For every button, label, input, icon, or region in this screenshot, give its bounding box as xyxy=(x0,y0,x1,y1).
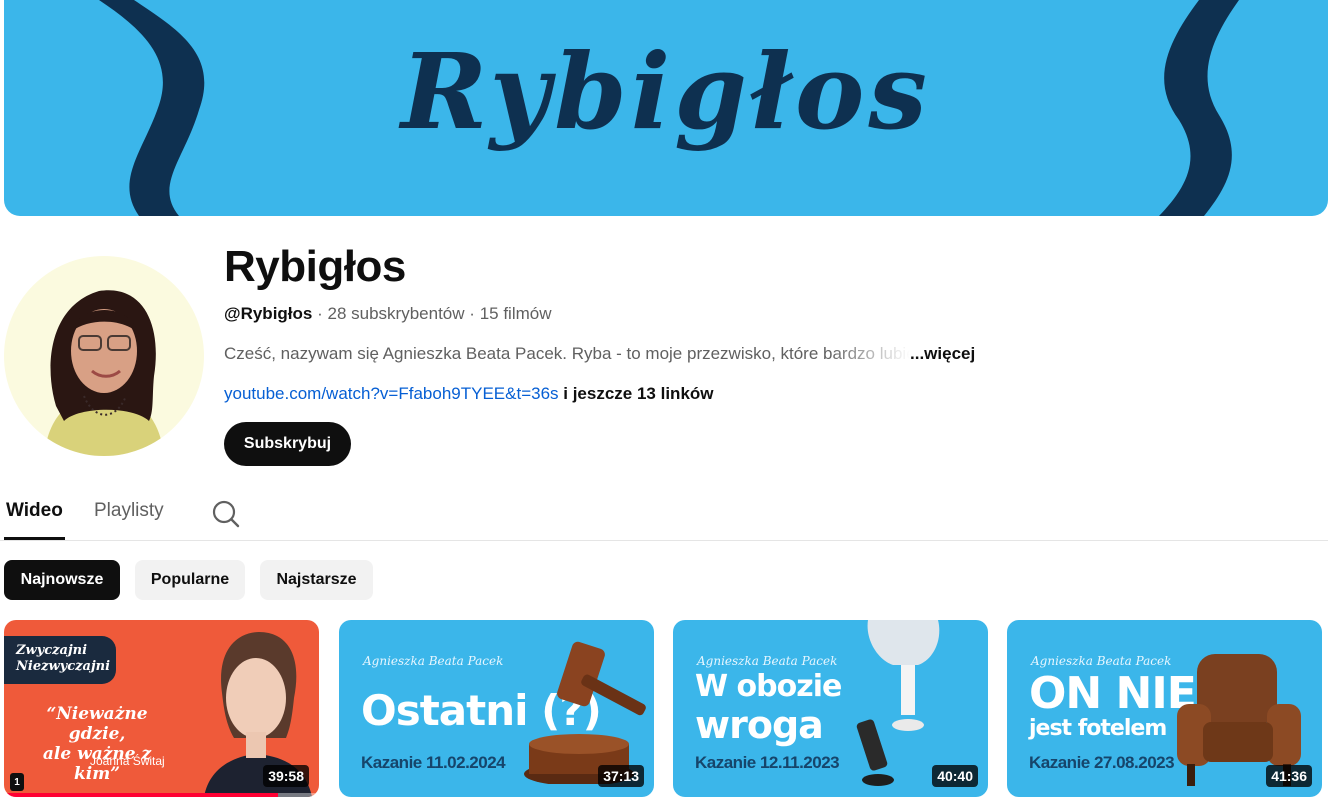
channel-tabs: Wideo Playlisty xyxy=(0,488,1328,541)
watch-progress-bar xyxy=(4,793,279,797)
series-badge: Zwyczajni Niezwyczajni xyxy=(4,636,116,684)
subscribe-button[interactable]: Subskrybuj xyxy=(224,422,351,466)
series-badge-line1: Zwyczajni xyxy=(16,643,88,658)
channel-description[interactable]: Cześć, nazywam się Agnieszka Beata Pacek… xyxy=(224,344,984,364)
video-count: 15 filmów xyxy=(479,304,552,323)
video-subtitle: Kazanie 12.11.2023 xyxy=(695,753,840,772)
video-author: Agnieszka Beata Pacek xyxy=(1031,654,1172,668)
video-title-line1: W obozie xyxy=(695,669,842,704)
subscriber-count: 28 subskrybentów xyxy=(327,304,465,323)
video-author: Agnieszka Beata Pacek xyxy=(363,654,504,668)
video-subtitle: Kazanie 27.08.2023 xyxy=(1029,753,1175,772)
channel-handle[interactable]: @Rybigłos xyxy=(224,304,312,323)
video-thumbnail[interactable]: Agnieszka Beata Pacek Ostatni (?) Kazani… xyxy=(339,620,654,797)
channel-links: youtube.com/watch?v=Ffaboh9TYEE&t=36s i … xyxy=(224,384,714,404)
description-text: Cześć, nazywam się Agnieszka Beata Pacek… xyxy=(224,344,910,363)
channel-link[interactable]: youtube.com/watch?v=Ffaboh9TYEE&t=36s xyxy=(224,384,559,403)
chip-popular[interactable]: Popularne xyxy=(135,560,245,600)
video-thumbnail[interactable]: Zwyczajni Niezwyczajni “Nieważne gdzie, … xyxy=(4,620,319,797)
tab-videos[interactable]: Wideo xyxy=(6,500,63,522)
video-title-line2: wroga xyxy=(695,703,824,747)
video-author: Agnieszka Beata Pacek xyxy=(697,654,838,668)
video-duration: 37:13 xyxy=(598,765,644,787)
description-more-button[interactable]: ...więcej xyxy=(910,344,975,363)
chip-newest[interactable]: Najnowsze xyxy=(4,560,120,600)
gavel-image xyxy=(524,641,646,784)
watch-progress-track xyxy=(4,793,319,797)
chip-oldest[interactable]: Najstarsze xyxy=(260,560,373,600)
channel-banner: Rybigłos xyxy=(4,0,1328,216)
video-thumbnail[interactable]: Agnieszka Beata Pacek ON NIE jest fotele… xyxy=(1007,620,1322,797)
meta-separator: · xyxy=(469,304,475,323)
channel-name: Rybigłos xyxy=(224,242,406,291)
more-links-button[interactable]: i jeszcze 13 linków xyxy=(563,384,713,403)
video-title-line2: jest fotelem xyxy=(1029,716,1167,741)
episode-number: 1 xyxy=(10,773,24,791)
tab-playlists[interactable]: Playlisty xyxy=(94,500,164,522)
video-thumbnail[interactable]: Agnieszka Beata Pacek W obozie wroga Kaz… xyxy=(673,620,988,797)
active-tab-indicator xyxy=(4,537,65,540)
video-duration: 40:40 xyxy=(932,765,978,787)
series-badge-line2: Niezwyczajni xyxy=(16,659,111,674)
video-subtitle: Kazanie 11.02.2024 xyxy=(361,753,506,772)
channel-avatar xyxy=(4,256,204,456)
video-title-line1: ON NIE xyxy=(1029,668,1197,719)
search-icon[interactable] xyxy=(210,498,242,530)
video-duration: 41:36 xyxy=(1266,765,1312,787)
banner-title: Rybigłos xyxy=(401,30,931,153)
channel-meta: @Rybigłos · 28 subskrybentów · 15 filmów xyxy=(224,304,552,324)
video-duration: 39:58 xyxy=(263,765,309,787)
video-quote-line1: “Nieważne gdzie, xyxy=(46,704,148,744)
meta-separator: · xyxy=(317,304,323,323)
video-speaker: Joanna Świtaj xyxy=(90,754,165,768)
